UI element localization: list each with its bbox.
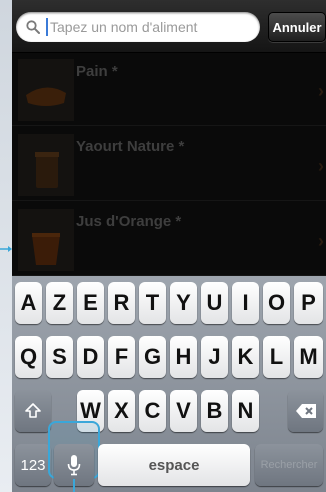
search-key[interactable]: Rechercher <box>255 444 323 486</box>
key-j[interactable]: J <box>201 336 228 378</box>
key-b[interactable]: B <box>201 390 228 432</box>
key-d[interactable]: D <box>77 336 104 378</box>
chevron-right-icon: › <box>318 231 324 251</box>
search-input[interactable]: Tapez un nom d'aliment <box>16 12 260 42</box>
delete-key[interactable] <box>288 390 323 432</box>
key-g[interactable]: G <box>139 336 166 378</box>
key-u[interactable]: U <box>201 282 228 324</box>
numbers-key[interactable]: 123 <box>15 444 51 486</box>
food-list: Pain * › Yaourt Nature * › Jus d'Orange … <box>12 53 326 276</box>
key-y[interactable]: Y <box>170 282 197 324</box>
text-caret <box>46 18 48 36</box>
key-m[interactable]: M <box>294 336 323 378</box>
key-t[interactable]: T <box>139 282 166 324</box>
search-placeholder: Tapez un nom d'aliment <box>50 19 198 35</box>
key-r[interactable]: R <box>108 282 135 324</box>
space-key[interactable]: espace <box>98 444 250 486</box>
list-item[interactable]: Pain * › <box>12 53 326 126</box>
key-o[interactable]: O <box>263 282 290 324</box>
cancel-button[interactable]: Annuler <box>268 12 326 42</box>
key-s[interactable]: S <box>46 336 73 378</box>
key-f[interactable]: F <box>108 336 135 378</box>
key-x[interactable]: X <box>108 390 135 432</box>
chevron-right-icon: › <box>318 81 324 101</box>
key-e[interactable]: E <box>77 282 104 324</box>
key-c[interactable]: C <box>139 390 166 432</box>
key-k[interactable]: K <box>232 336 259 378</box>
pointer-line <box>73 479 75 492</box>
key-n[interactable]: N <box>232 390 259 432</box>
microphone-icon <box>67 455 81 476</box>
shift-arrow-icon <box>25 403 41 418</box>
pointer-arrow-icon <box>0 246 12 252</box>
key-p[interactable]: P <box>294 282 323 324</box>
key-l[interactable]: L <box>263 336 290 378</box>
food-name: Pain * <box>76 63 118 80</box>
list-item[interactable]: Yaourt Nature * › <box>12 128 326 201</box>
food-name: Yaourt Nature * <box>76 138 185 155</box>
search-icon <box>26 20 40 34</box>
delete-backspace-icon <box>295 404 316 418</box>
food-thumbnail <box>18 59 74 121</box>
food-name: Jus d'Orange * <box>76 213 182 230</box>
key-a[interactable]: A <box>15 282 42 324</box>
key-v[interactable]: V <box>170 390 197 432</box>
list-item[interactable]: Jus d'Orange * › <box>12 203 326 276</box>
key-z[interactable]: Z <box>46 282 73 324</box>
background-canvas <box>0 0 12 492</box>
search-bar: Tapez un nom d'aliment Annuler <box>12 0 326 53</box>
key-h[interactable]: H <box>170 336 197 378</box>
food-thumbnail <box>18 209 74 271</box>
food-thumbnail <box>18 134 74 196</box>
keyboard: A Z E R T Y U I O P Q S D F G H J K L M … <box>12 276 326 492</box>
key-q[interactable]: Q <box>15 336 42 378</box>
shift-key[interactable] <box>15 390 51 432</box>
chevron-right-icon: › <box>318 156 324 176</box>
key-i[interactable]: I <box>232 282 259 324</box>
